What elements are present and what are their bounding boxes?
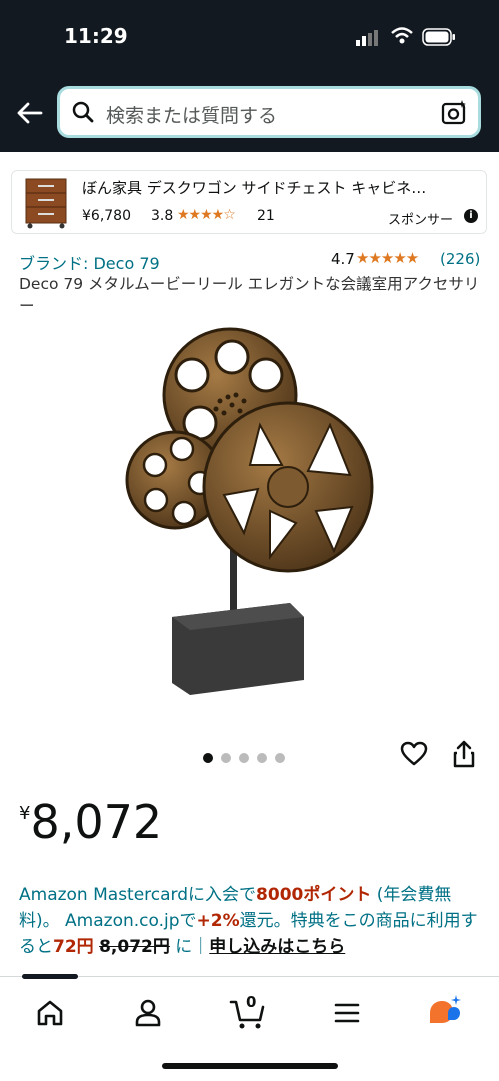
sponsored-product-rating: 3.8 bbox=[151, 208, 174, 224]
promo-points: 8000ポイント bbox=[256, 885, 372, 905]
price-amount: 8,072 bbox=[30, 795, 163, 849]
promo-discounted-price: 72円 bbox=[53, 937, 94, 957]
sponsored-review-count: 21 bbox=[257, 208, 275, 224]
promo-text: Amazon Mastercardに入会で bbox=[19, 885, 257, 905]
search-input[interactable]: 検索または質問する bbox=[57, 86, 481, 138]
account-icon[interactable] bbox=[128, 993, 168, 1033]
promo-apply-link[interactable]: 申し込みはこちら bbox=[209, 937, 345, 957]
product-review-count[interactable]: (226) bbox=[440, 250, 480, 268]
promo-plus: +2% bbox=[196, 911, 240, 931]
product-price: ¥8,072 bbox=[19, 795, 162, 849]
carousel-dot[interactable] bbox=[275, 753, 285, 763]
search-icon bbox=[72, 101, 94, 123]
search-placeholder: 検索または質問する bbox=[106, 105, 278, 127]
carousel-dot[interactable] bbox=[257, 753, 267, 763]
product-rating: 4.7 bbox=[331, 250, 355, 268]
brand-link[interactable]: ブランド: Deco 79 bbox=[19, 250, 160, 274]
promo-text: に｜ bbox=[169, 937, 210, 957]
sponsored-product-image bbox=[25, 178, 67, 229]
sponsored-product-title: ぼん家具 デスクワゴン サイドチェスト キャビネ… bbox=[82, 179, 427, 197]
home-indicator bbox=[162, 1063, 338, 1069]
product-star-rating-icon[interactable]: ★★★★★ bbox=[356, 249, 419, 267]
status-bar: 11:29 bbox=[0, 0, 499, 76]
home-icon[interactable] bbox=[30, 993, 70, 1033]
info-icon[interactable]: i bbox=[464, 209, 478, 223]
status-time: 11:29 bbox=[64, 24, 128, 48]
product-image[interactable] bbox=[120, 325, 380, 705]
mastercard-promo[interactable]: Amazon Mastercardに入会で8000ポイント (年会費無料)。 A… bbox=[19, 882, 481, 978]
promo-original-price: 8,072円 bbox=[99, 937, 170, 957]
carousel-dot[interactable] bbox=[239, 753, 249, 763]
cart-button[interactable]: 0 bbox=[228, 993, 268, 1033]
bottom-tab-bar: 0 bbox=[0, 974, 499, 1081]
cellular-signal-icon bbox=[356, 30, 378, 46]
battery-icon bbox=[422, 28, 455, 46]
wifi-icon bbox=[391, 27, 413, 44]
sponsored-product-price: ¥6,780 bbox=[82, 208, 131, 224]
heart-icon[interactable] bbox=[400, 740, 428, 768]
rufus-icon[interactable] bbox=[426, 993, 466, 1033]
product-title: Deco 79 メタルムービーリール エレガントな会議室用アクセサリー bbox=[19, 275, 480, 315]
carousel-dot[interactable] bbox=[221, 753, 231, 763]
image-carousel-dots[interactable] bbox=[203, 748, 293, 767]
sponsored-star-rating-icon: ★★★★☆ bbox=[177, 207, 236, 223]
camera-search-icon[interactable] bbox=[440, 99, 468, 127]
carousel-dot[interactable] bbox=[203, 753, 213, 763]
active-tab-indicator bbox=[22, 974, 78, 979]
menu-icon[interactable] bbox=[327, 993, 367, 1033]
sponsored-product-card[interactable]: ぼん家具 デスクワゴン サイドチェスト キャビネ… ¥6,780 3.8 ★★★… bbox=[11, 170, 487, 234]
price-currency: ¥ bbox=[19, 803, 31, 824]
cart-count: 0 bbox=[246, 993, 257, 1011]
back-arrow-icon[interactable] bbox=[14, 98, 44, 128]
search-header: 検索または質問する bbox=[0, 76, 499, 152]
share-icon[interactable] bbox=[452, 739, 476, 769]
sponsored-label: スポンサー bbox=[388, 213, 454, 228]
